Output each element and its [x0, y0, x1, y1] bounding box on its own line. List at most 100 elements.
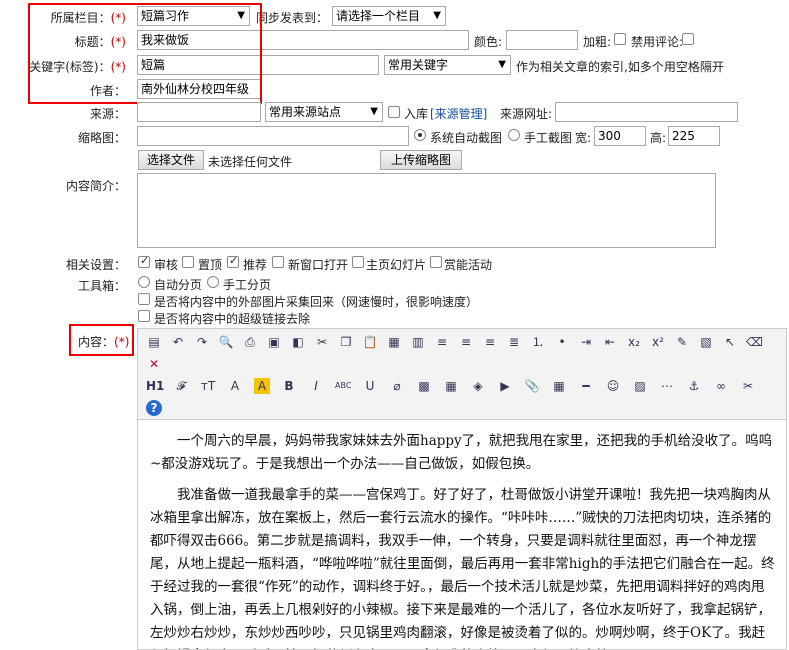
- recommend-label: 推荐: [243, 258, 268, 272]
- select-all-icon[interactable]: ▧: [698, 334, 714, 350]
- template-icon[interactable]: ▣: [266, 334, 282, 350]
- unordered-list-icon[interactable]: •: [554, 334, 570, 350]
- toolbox-label: 工具箱：: [77, 279, 126, 293]
- ordered-list-icon[interactable]: ⒈: [530, 334, 546, 350]
- align-center-icon[interactable]: ≡: [458, 334, 474, 350]
- align-justify-icon[interactable]: ≣: [506, 334, 522, 350]
- align-left-icon[interactable]: ≡: [434, 334, 450, 350]
- reward-checkbox[interactable]: [430, 256, 442, 268]
- sync-select[interactable]: 请选择一个栏目 ▼: [332, 6, 446, 26]
- clear-format-icon[interactable]: ✎: [674, 334, 690, 350]
- choose-file-button[interactable]: 选择文件: [138, 150, 204, 170]
- editor-content[interactable]: 一个周六的早晨，妈妈带我家妹妹去外面happy了，就把我甩在家里，还把我的手机给…: [137, 420, 787, 650]
- ruku-checkbox[interactable]: [388, 106, 400, 118]
- font-color-icon[interactable]: A: [227, 378, 243, 394]
- paste-word-icon[interactable]: ▥: [410, 334, 426, 350]
- upload-thumb-button[interactable]: 上传缩略图: [380, 150, 462, 170]
- source-label: 来源：: [89, 107, 126, 121]
- width-input[interactable]: 300: [594, 126, 646, 146]
- subscript-icon[interactable]: x₂: [626, 334, 642, 350]
- content-highlight-box: [69, 324, 134, 356]
- source-input[interactable]: [137, 102, 261, 122]
- multi-image-icon[interactable]: ▦: [443, 378, 459, 394]
- source-select[interactable]: 常用来源站点 ▼: [265, 102, 383, 122]
- indent-icon[interactable]: ⇥: [578, 334, 594, 350]
- map-icon[interactable]: ▨: [632, 378, 648, 394]
- auto-page-radio[interactable]: [138, 276, 150, 288]
- collect-images-label: 是否将内容中的外部图片采集回来（网速慢时，很影响速度）: [154, 295, 479, 309]
- cut-icon[interactable]: ✂: [314, 334, 330, 350]
- bold-label: 加粗:: [583, 35, 612, 49]
- image-icon[interactable]: ▩: [416, 378, 432, 394]
- review-checkbox[interactable]: [138, 254, 150, 268]
- anchor-icon[interactable]: ⚓: [686, 378, 702, 394]
- bold-icon[interactable]: B: [281, 378, 297, 394]
- related-label: 相关设置：: [65, 258, 126, 272]
- hr-icon[interactable]: ━: [578, 378, 594, 394]
- remove-links-checkbox[interactable]: [138, 310, 150, 322]
- toolbar-row-1: ▤ ↶ ↷ 🔍 ⎙ ▣ ◧ ✂ ❐ 📋 ▦ ▥ ≡ ≡ ≡ ≣ ⒈ • ⇥ ⇤ x₂ x² ✎ ▧ ↖ ⌫: [146, 334, 786, 352]
- paste-icon[interactable]: 📋: [362, 334, 378, 350]
- print-icon[interactable]: ⎙: [242, 334, 258, 350]
- color-label: 颜色:: [474, 35, 503, 49]
- auto-page-label: 自动分页: [154, 278, 203, 292]
- highlight-box: [28, 3, 262, 104]
- recommend-checkbox[interactable]: [227, 254, 239, 268]
- cursor-icon[interactable]: ↖: [722, 334, 738, 350]
- attach-icon[interactable]: 📎: [524, 378, 540, 394]
- heading-icon[interactable]: H1: [146, 378, 164, 394]
- outdent-icon[interactable]: ⇤: [602, 334, 618, 350]
- font-family-icon[interactable]: 𝓕: [173, 378, 189, 394]
- thumb-input[interactable]: [137, 126, 409, 146]
- media-icon[interactable]: ▶: [497, 378, 513, 394]
- copy-icon[interactable]: ❐: [338, 334, 354, 350]
- remove-format-icon[interactable]: ⌫: [746, 334, 763, 350]
- new-window-checkbox[interactable]: [272, 256, 284, 268]
- strikethrough-icon[interactable]: ABC: [335, 378, 351, 394]
- keyword-select[interactable]: 常用关键字 ▼: [384, 55, 511, 75]
- superscript-icon[interactable]: x²: [650, 334, 666, 350]
- code-icon[interactable]: ◧: [290, 334, 306, 350]
- redo-icon[interactable]: ↷: [194, 334, 210, 350]
- slideshow-label: 主页幻灯片: [366, 258, 427, 272]
- auto-shot-radio[interactable]: [414, 129, 426, 141]
- fullscreen-icon[interactable]: ✕: [146, 356, 162, 372]
- source-icon[interactable]: ▤: [146, 334, 162, 350]
- remove-links-label: 是否将内容中的超级链接去除: [154, 312, 311, 326]
- source-manage-link[interactable]: [来源管理]: [430, 105, 487, 122]
- disable-comment-checkbox[interactable]: [682, 33, 694, 45]
- manual-page-radio[interactable]: [207, 276, 219, 288]
- font-size-icon[interactable]: тT: [200, 378, 216, 394]
- eraser-icon[interactable]: ⌀: [389, 378, 405, 394]
- link-icon[interactable]: ∞: [713, 378, 729, 394]
- content-paragraph-1: 一个周六的早晨，妈妈带我家妹妹去外面happy了，就把我甩在家里，还把我的手机给…: [150, 433, 773, 472]
- undo-icon[interactable]: ↶: [170, 334, 186, 350]
- pagebreak-icon[interactable]: ⋯: [659, 378, 675, 394]
- table-icon[interactable]: ▦: [551, 378, 567, 394]
- source-url-input[interactable]: [555, 102, 738, 122]
- keyword-hint: 作为相关文章的索引,如多个用空格隔开: [516, 60, 724, 74]
- underline-icon[interactable]: U: [362, 378, 378, 394]
- highlight-icon[interactable]: A: [254, 378, 270, 394]
- paste-text-icon[interactable]: ▦: [386, 334, 402, 350]
- collect-images-checkbox[interactable]: [138, 293, 150, 305]
- bold-checkbox[interactable]: [614, 33, 626, 45]
- top-label: 置顶: [198, 258, 223, 272]
- italic-icon[interactable]: I: [308, 378, 324, 394]
- slideshow-checkbox[interactable]: [352, 256, 364, 268]
- color-input[interactable]: [506, 30, 578, 50]
- unlink-icon[interactable]: ✂: [740, 378, 756, 394]
- summary-label: 内容简介：: [65, 179, 126, 193]
- ruku-label: 入库: [404, 107, 429, 121]
- emoticon-icon[interactable]: ☺: [605, 378, 621, 394]
- flash-icon[interactable]: ◈: [470, 378, 486, 394]
- summary-textarea[interactable]: [137, 173, 716, 248]
- toolbar-row-2: H1 𝓕тT A A B I ABC U ⌀ ▩ ▦ ◈ ▶ 📎 ▦ ━ ☺ ▨ ⋯ ⚓ ∞ ✂: [146, 378, 786, 396]
- height-input[interactable]: 225: [668, 126, 720, 146]
- help-icon[interactable]: ?: [146, 400, 162, 416]
- align-right-icon[interactable]: ≡: [482, 334, 498, 350]
- preview-icon[interactable]: 🔍: [218, 334, 234, 350]
- review-label: 审核: [154, 258, 179, 272]
- top-checkbox[interactable]: [182, 256, 194, 268]
- manual-shot-radio[interactable]: [508, 129, 520, 141]
